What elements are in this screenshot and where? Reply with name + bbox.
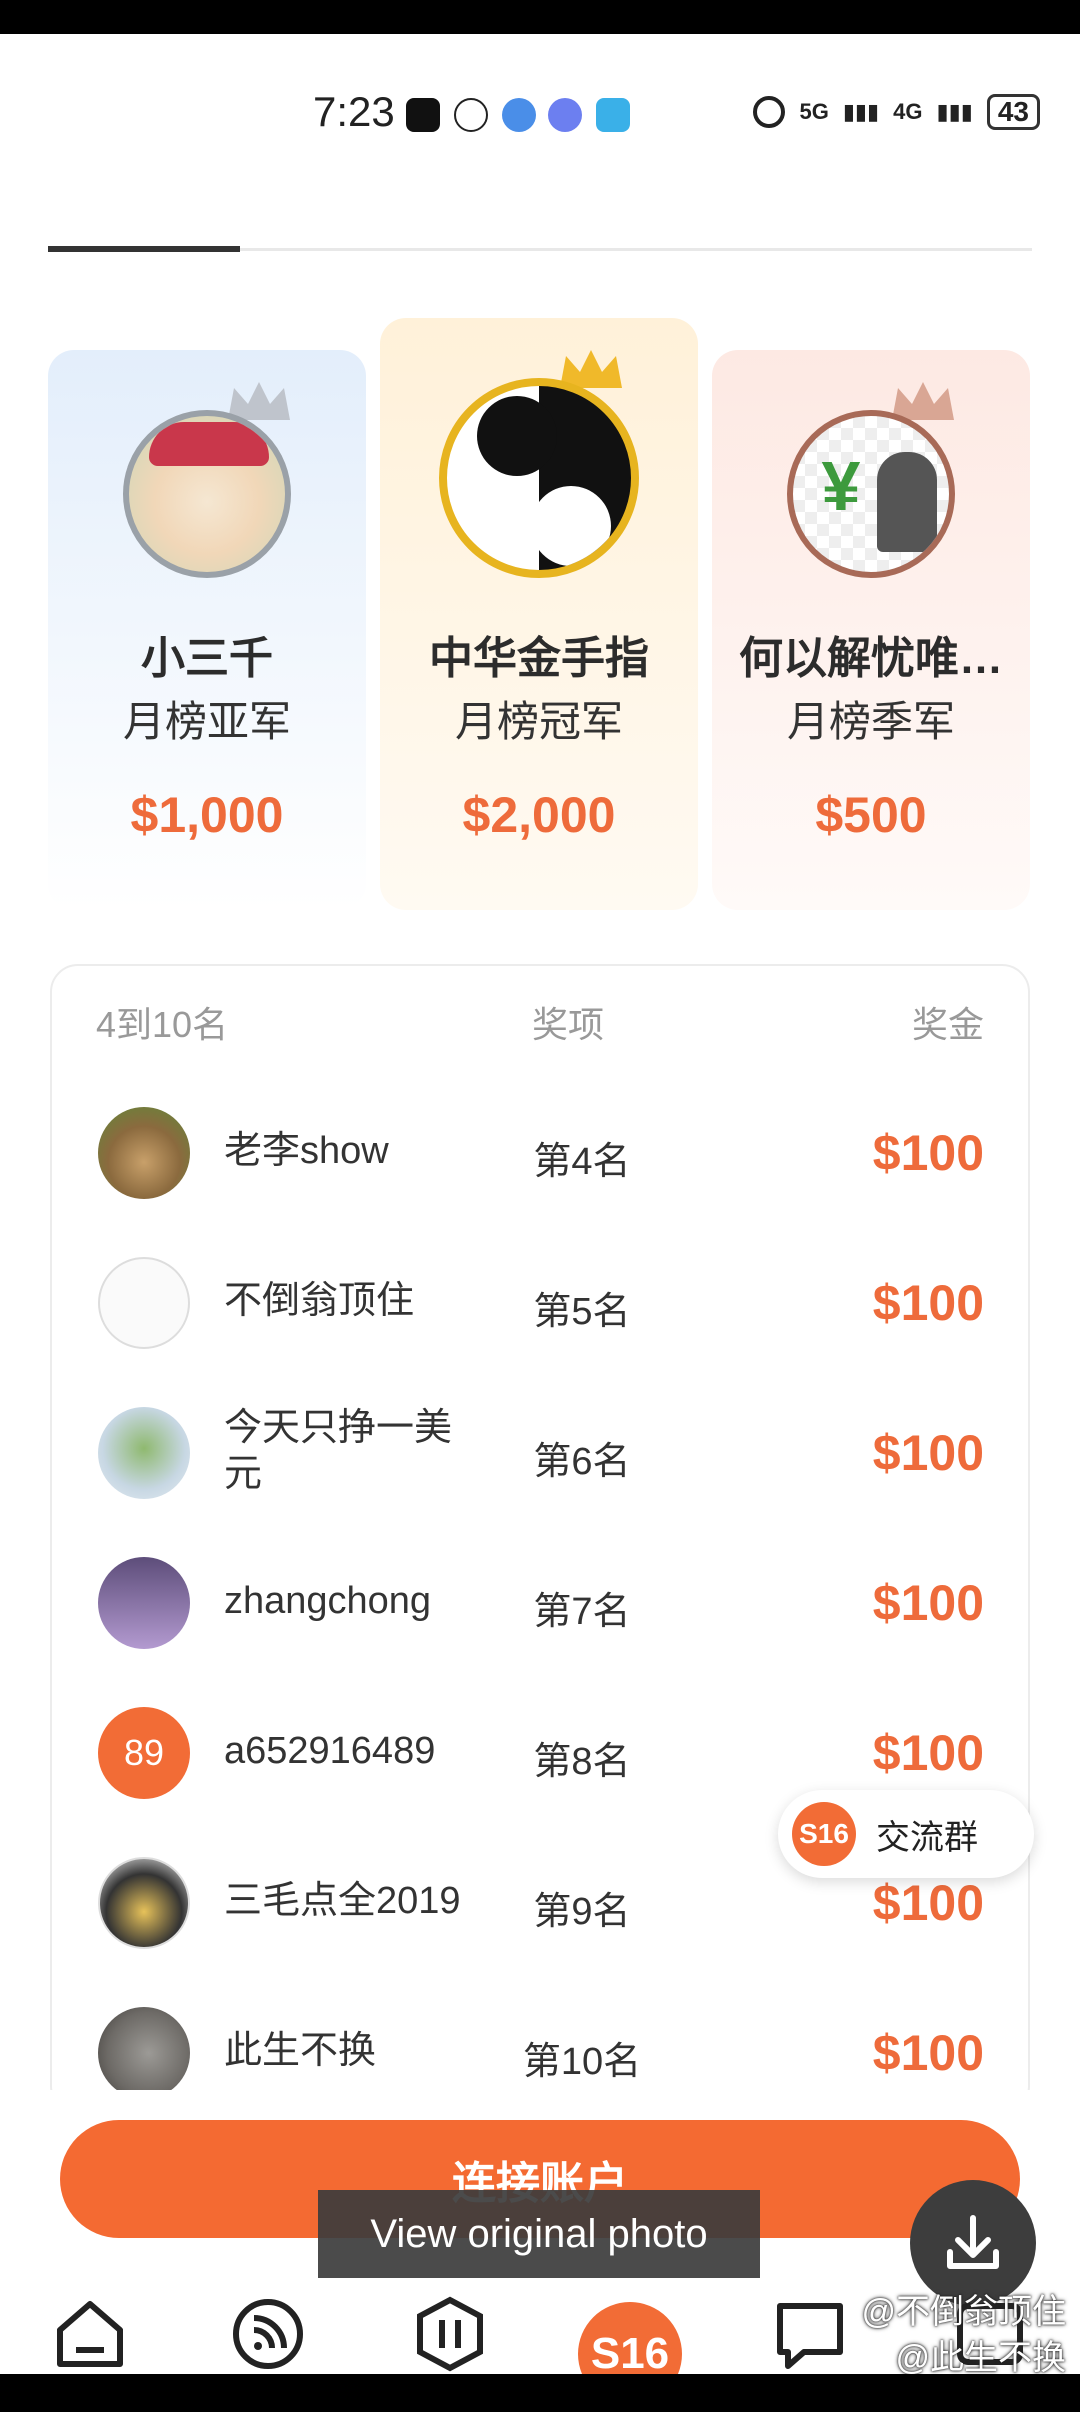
table-row[interactable]: 今天只挣一美元 第6名 $100 xyxy=(52,1376,1028,1526)
winner-rank: 月榜冠军 xyxy=(454,698,623,745)
chat-group-button[interactable]: S16 交流群 xyxy=(778,1790,1034,1878)
header-award: 奖项 xyxy=(532,1004,605,1045)
table-row[interactable]: zhangchong 第7名 $100 xyxy=(52,1526,1028,1676)
prize: $100 xyxy=(872,1275,984,1331)
top-card-third[interactable]: ¥ 何以解忧唯… 月榜季军 $500 xyxy=(712,350,1030,910)
rank: 第7名 xyxy=(533,1591,631,1633)
winner-rank: 月榜季军 xyxy=(786,698,955,745)
browser-icon xyxy=(502,98,536,132)
status-right: 5G ▮▮▮ 4G ▮▮▮ 43 xyxy=(753,94,1040,130)
signal-icon: ▮▮▮ xyxy=(842,99,880,124)
tab-indicator-track xyxy=(48,246,1032,252)
qq-icon xyxy=(454,98,488,132)
watermark-line2: @此生不换 xyxy=(895,2339,1066,2374)
prize: $100 xyxy=(872,1575,984,1631)
header-range: 4到10名 xyxy=(96,1004,229,1045)
feed-icon[interactable] xyxy=(228,2294,308,2374)
network-5g: 5G xyxy=(799,99,829,124)
avatar[interactable] xyxy=(98,1557,190,1649)
avatar[interactable] xyxy=(98,1857,190,1949)
status-bar: 7:23 5G ▮▮▮ 4G ▮▮▮ 43 xyxy=(0,88,1080,148)
winner-prize: $2,000 xyxy=(462,787,616,843)
trade-icon[interactable] xyxy=(410,2294,490,2374)
table-row[interactable]: 不倒翁顶住 第5名 $100 xyxy=(52,1226,1028,1376)
prize: $100 xyxy=(872,1725,984,1781)
prize: $100 xyxy=(872,1125,984,1181)
rank: 第10名 xyxy=(522,2041,642,2083)
clock: 7:23 xyxy=(313,88,395,135)
rank: 第4名 xyxy=(533,1141,631,1183)
avatar[interactable] xyxy=(98,2007,190,2099)
avatar[interactable] xyxy=(98,1407,190,1499)
avatar[interactable]: ¥ xyxy=(787,410,955,578)
network-4g: 4G xyxy=(893,99,923,124)
avatar[interactable] xyxy=(439,378,639,578)
s16-logo-icon: S16 xyxy=(792,1802,856,1866)
battery: 43 xyxy=(986,94,1040,130)
avatar[interactable] xyxy=(98,1257,190,1349)
prize: $100 xyxy=(872,1425,984,1481)
watermark-line1: @不倒翁顶住 xyxy=(861,2293,1066,2331)
messages-icon[interactable] xyxy=(770,2294,850,2374)
avatar[interactable]: 89 xyxy=(98,1707,190,1799)
user-name: 不倒翁顶住 xyxy=(224,1280,415,1322)
ranking-list: 4到10名 奖项 奖金 老李show 第4名 $100 不倒翁顶住 第5名 $1… xyxy=(50,964,1030,2114)
winner-rank: 月榜亚军 xyxy=(122,698,291,745)
top-card-first[interactable]: 中华金手指 月榜冠军 $2,000 xyxy=(380,318,698,910)
app-icon xyxy=(596,98,630,132)
home-icon[interactable] xyxy=(50,2294,130,2374)
user-name: zhangchong xyxy=(224,1580,432,1622)
tab-indicator-active xyxy=(48,246,240,252)
prize: $100 xyxy=(872,2025,984,2081)
avatar[interactable] xyxy=(123,410,291,578)
prize: $100 xyxy=(872,1875,984,1931)
rank: 第5名 xyxy=(533,1291,631,1333)
winner-prize: $1,000 xyxy=(130,787,284,843)
rank: 第8名 xyxy=(533,1741,631,1783)
signal-icon-2: ▮▮▮ xyxy=(936,99,973,124)
tiktok-icon xyxy=(406,98,440,132)
header-prize: 奖金 xyxy=(911,1004,984,1045)
user-name: 三毛点全2019 xyxy=(224,1880,461,1922)
user-name: 今天只挣一美元 xyxy=(224,1407,453,1495)
alarm-icon xyxy=(753,96,786,128)
chat-group-label: 交流群 xyxy=(876,1818,978,1857)
music-icon xyxy=(548,98,582,132)
winner-prize: $500 xyxy=(815,787,927,843)
winner-name: 中华金手指 xyxy=(429,634,649,683)
winner-name: 何以解忧唯… xyxy=(739,634,1003,683)
avatar-initials: 89 xyxy=(123,1732,165,1773)
user-name: a652916489 xyxy=(224,1730,436,1772)
top-card-second[interactable]: 小三千 月榜亚军 $1,000 xyxy=(48,350,366,910)
table-row[interactable]: 老李show 第4名 $100 xyxy=(52,1076,1028,1226)
rank: 第9名 xyxy=(533,1891,631,1933)
rank: 第6名 xyxy=(533,1441,631,1483)
avatar[interactable] xyxy=(98,1107,190,1199)
winner-name: 小三千 xyxy=(141,634,273,683)
screen: 7:23 5G ▮▮▮ 4G ▮▮▮ 43 小三千 月榜亚军 $1,000 中华… xyxy=(0,34,1080,2374)
user-name: 老李show xyxy=(224,1130,389,1172)
